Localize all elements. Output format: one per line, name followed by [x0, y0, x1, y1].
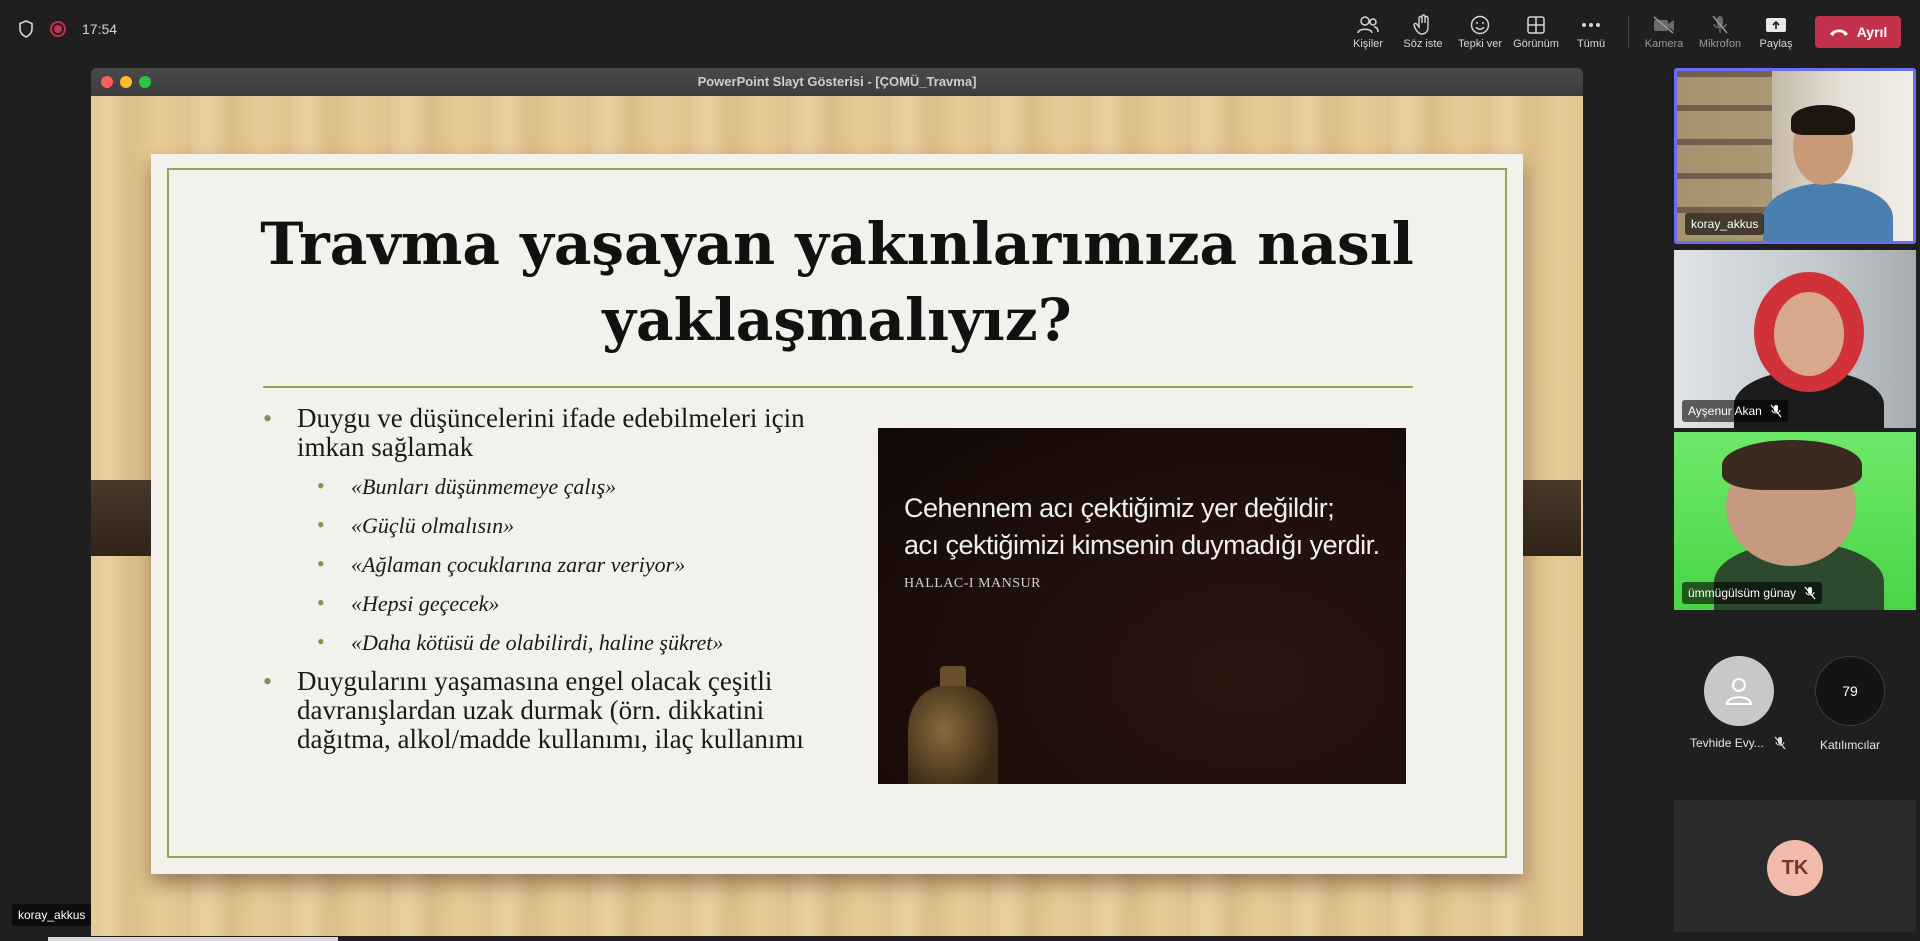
leave-button[interactable]: Ayrıl — [1815, 16, 1901, 48]
mic-button[interactable]: Mikrofon — [1690, 12, 1750, 50]
person-shape — [1763, 183, 1893, 241]
more-button[interactable]: Tümü — [1561, 12, 1621, 50]
meeting-status: 17:54 — [18, 20, 117, 38]
view-button[interactable]: Görünüm — [1506, 12, 1566, 50]
camera-off-icon — [1634, 12, 1694, 38]
hand-icon — [1393, 12, 1453, 38]
slide-title-line1: Travma yaşayan yakınlarımıza nasıl — [260, 210, 1414, 278]
close-dot-icon — [101, 76, 113, 88]
slide-paper: Travma yaşayan yakınlarımıza nasıl yakla… — [151, 154, 1523, 874]
title-divider — [263, 386, 1413, 388]
more-icon — [1561, 12, 1621, 38]
mic-label: Mikrofon — [1698, 38, 1742, 50]
participant-name: Tevhide Evy... — [1690, 736, 1764, 750]
participant-name-tag: koray_akkus — [1685, 213, 1765, 235]
people-icon — [1338, 12, 1398, 38]
participant-count: 79 — [1842, 683, 1858, 699]
ppt-window-title: PowerPoint Slayt Gösterisi - [ÇOMÜ_Travm… — [697, 74, 977, 89]
participant-avatar[interactable] — [1704, 656, 1774, 726]
video-tile[interactable]: Ayşenur Akan — [1674, 250, 1916, 428]
recording-icon — [50, 21, 66, 37]
grid-icon — [1506, 12, 1566, 38]
sub-bullet-item: «Güçlü olmalısın» — [317, 510, 823, 541]
minimize-dot-icon — [120, 76, 132, 88]
mic-off-icon — [1804, 586, 1816, 600]
bullet-item: Duygu ve düşüncelerini ifade edebilmeler… — [263, 404, 823, 462]
shared-screen: PowerPoint Slayt Gösterisi - [ÇOMÜ_Travm… — [91, 68, 1583, 936]
hangup-icon — [1829, 29, 1848, 36]
slide-title: Travma yaşayan yakınlarımıza nasıl yakla… — [151, 206, 1523, 358]
participant-name: ümmügülsüm günay — [1688, 586, 1797, 600]
video-tile[interactable]: ümmügülsüm günay — [1674, 432, 1916, 610]
slide-title-line2: yaklaşmalıyız? — [602, 286, 1072, 354]
quote-author: HALLAC-I MANSUR — [904, 576, 1041, 591]
participants-label: Katılımcılar — [1820, 738, 1881, 752]
bullet-item: Duygularını yaşamasına engel olacak çeşi… — [263, 667, 823, 754]
presenter-name-tag: koray_akkus — [12, 904, 92, 926]
bottom-progress-strip — [48, 937, 338, 941]
mic-off-icon — [1770, 404, 1782, 418]
camera-label: Kamera — [1644, 38, 1684, 50]
raise-hand-button[interactable]: Söz iste — [1393, 12, 1453, 50]
quote-text: Cehennem acı çektiğimiz yer değildir; ac… — [904, 490, 1394, 564]
ppt-titlebar: PowerPoint Slayt Gösterisi - [ÇOMÜ_Travm… — [91, 68, 1583, 96]
jug-shape — [908, 686, 998, 784]
raise-hand-label: Söz iste — [1403, 38, 1443, 50]
sub-bullet-item: «Ağlaman çocuklarına zarar veriyor» — [317, 549, 823, 580]
participant-count-button[interactable]: 79 — [1815, 656, 1885, 726]
share-button[interactable]: Paylaş — [1746, 12, 1806, 50]
shield-icon — [19, 20, 33, 38]
headscarf-shape — [1722, 440, 1862, 490]
participant-name: koray_akkus — [1691, 217, 1759, 231]
sub-bullet-item: «Hepsi geçecek» — [317, 588, 823, 619]
more-label: Tümü — [1576, 38, 1606, 50]
meeting-toolbar: 17:54 Kişiler Söz iste Tepki ver Görünüm… — [0, 0, 1920, 62]
participant-name-tag: Ayşenur Akan — [1682, 400, 1788, 422]
participant-name: Ayşenur Akan — [1688, 404, 1762, 418]
mic-off-icon — [1774, 736, 1786, 750]
share-icon — [1746, 12, 1806, 38]
quote-line1: Cehennem acı çektiğimiz yer değildir; — [904, 493, 1335, 523]
mic-off-icon — [1690, 12, 1750, 38]
camera-button[interactable]: Kamera — [1634, 12, 1694, 50]
leave-label: Ayrıl — [1856, 24, 1888, 40]
video-tile-active[interactable]: koray_akkus — [1674, 68, 1916, 244]
initials-avatar: TK — [1767, 840, 1823, 896]
toolbar-divider — [1628, 16, 1629, 48]
person-shape — [1774, 292, 1844, 376]
maximize-dot-icon — [139, 76, 151, 88]
meeting-timer: 17:54 — [82, 21, 118, 37]
react-button[interactable]: Tepki ver — [1450, 12, 1510, 50]
slide: Travma yaşayan yakınlarımıza nasıl yakla… — [91, 96, 1583, 936]
bullet-list: Duygu ve düşüncelerini ifade edebilmeler… — [263, 404, 823, 764]
hair-shape — [1791, 105, 1855, 135]
sub-bullet-item: «Bunları düşünmemeye çalış» — [317, 471, 823, 502]
react-label: Tepki ver — [1457, 38, 1503, 50]
participant-name-tag: ümmügülsüm günay — [1682, 582, 1823, 604]
people-label: Kişiler — [1353, 38, 1383, 50]
view-label: Görünüm — [1513, 38, 1559, 50]
self-view-tile[interactable]: TK — [1674, 800, 1916, 932]
participant-name-row: Tevhide Evy... — [1690, 736, 1786, 750]
quote-image: Cehennem acı çektiğimiz yer değildir; ac… — [878, 428, 1406, 784]
user-icon — [1725, 678, 1753, 705]
sub-bullet-item: «Daha kötüsü de olabilirdi, haline şükre… — [317, 627, 823, 658]
share-label: Paylaş — [1759, 38, 1793, 50]
people-button[interactable]: Kişiler — [1338, 12, 1398, 50]
quote-line2: acı çektiğimizi kimsenin duymadığı yerdi… — [904, 530, 1380, 560]
smile-icon — [1450, 12, 1510, 38]
